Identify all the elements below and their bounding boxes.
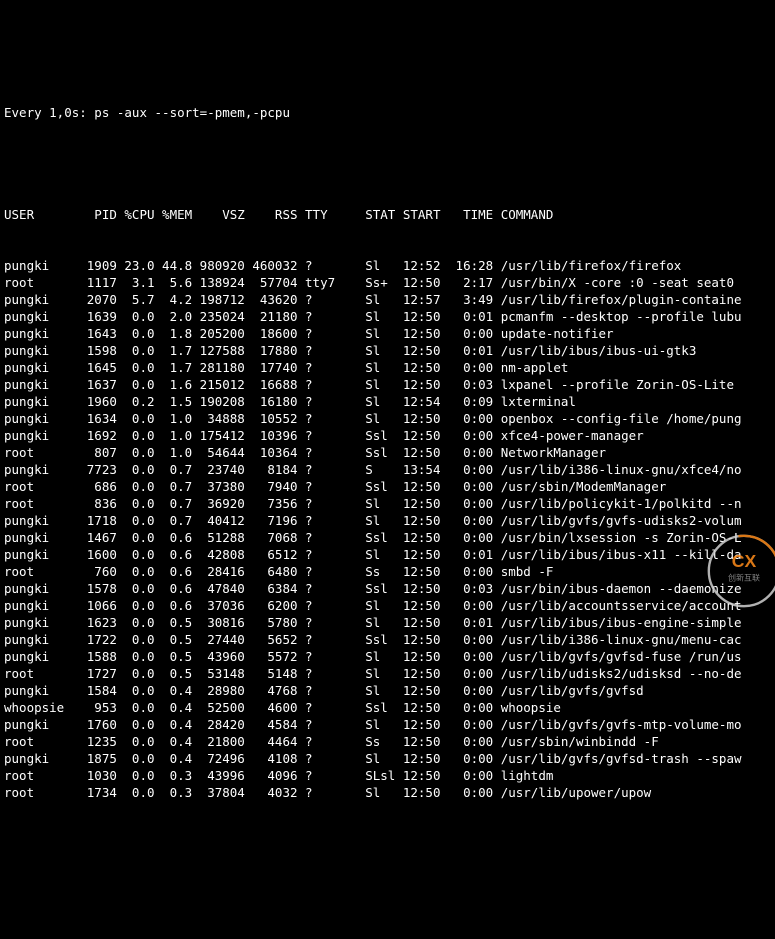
process-row: root 836 0.0 0.7 36920 7356 ? Sl 12:50 0… (4, 495, 771, 512)
process-row: root 686 0.0 0.7 37380 7940 ? Ssl 12:50 … (4, 478, 771, 495)
terminal-output: Every 1,0s: ps -aux --sort=-pmem,-pcpu U… (0, 68, 775, 820)
process-row: pungki 1637 0.0 1.6 215012 16688 ? Sl 12… (4, 376, 771, 393)
process-row: pungki 2070 5.7 4.2 198712 43620 ? Sl 12… (4, 291, 771, 308)
process-row: pungki 1960 0.2 1.5 190208 16180 ? Sl 12… (4, 393, 771, 410)
process-list: pungki 1909 23.0 44.8 980920 460032 ? Sl… (4, 257, 771, 801)
process-row: root 1727 0.0 0.5 53148 5148 ? Sl 12:50 … (4, 665, 771, 682)
process-row: whoopsie 953 0.0 0.4 52500 4600 ? Ssl 12… (4, 699, 771, 716)
process-row: root 1235 0.0 0.4 21800 4464 ? Ss 12:50 … (4, 733, 771, 750)
process-row: pungki 1600 0.0 0.6 42808 6512 ? Sl 12:5… (4, 546, 771, 563)
process-row: pungki 1645 0.0 1.7 281180 17740 ? Sl 12… (4, 359, 771, 376)
process-row: pungki 1584 0.0 0.4 28980 4768 ? Sl 12:5… (4, 682, 771, 699)
process-row: pungki 1634 0.0 1.0 34888 10552 ? Sl 12:… (4, 410, 771, 427)
process-row: pungki 1467 0.0 0.6 51288 7068 ? Ssl 12:… (4, 529, 771, 546)
process-row: root 760 0.0 0.6 28416 6480 ? Ss 12:50 0… (4, 563, 771, 580)
process-row: pungki 1875 0.0 0.4 72496 4108 ? Sl 12:5… (4, 750, 771, 767)
process-row: root 1117 3.1 5.6 138924 57704 tty7 Ss+ … (4, 274, 771, 291)
process-row: pungki 7723 0.0 0.7 23740 8184 ? S 13:54… (4, 461, 771, 478)
process-row: pungki 1639 0.0 2.0 235024 21180 ? Sl 12… (4, 308, 771, 325)
watch-header: Every 1,0s: ps -aux --sort=-pmem,-pcpu (4, 104, 771, 121)
process-row: root 1030 0.0 0.3 43996 4096 ? SLsl 12:5… (4, 767, 771, 784)
process-row: pungki 1718 0.0 0.7 40412 7196 ? Sl 12:5… (4, 512, 771, 529)
process-row: pungki 1643 0.0 1.8 205200 18600 ? Sl 12… (4, 325, 771, 342)
process-row: pungki 1692 0.0 1.0 175412 10396 ? Ssl 1… (4, 427, 771, 444)
process-row: root 807 0.0 1.0 54644 10364 ? Ssl 12:50… (4, 444, 771, 461)
process-row: pungki 1598 0.0 1.7 127588 17880 ? Sl 12… (4, 342, 771, 359)
process-row: pungki 1578 0.0 0.6 47840 6384 ? Ssl 12:… (4, 580, 771, 597)
process-row: pungki 1760 0.0 0.4 28420 4584 ? Sl 12:5… (4, 716, 771, 733)
column-header: USER PID %CPU %MEM VSZ RSS TTY STAT STAR… (4, 206, 771, 223)
process-row: root 1734 0.0 0.3 37804 4032 ? Sl 12:50 … (4, 784, 771, 801)
blank-line (4, 155, 771, 172)
process-row: pungki 1623 0.0 0.5 30816 5780 ? Sl 12:5… (4, 614, 771, 631)
process-row: pungki 1722 0.0 0.5 27440 5652 ? Ssl 12:… (4, 631, 771, 648)
process-row: pungki 1909 23.0 44.8 980920 460032 ? Sl… (4, 257, 771, 274)
process-row: pungki 1588 0.0 0.5 43960 5572 ? Sl 12:5… (4, 648, 771, 665)
